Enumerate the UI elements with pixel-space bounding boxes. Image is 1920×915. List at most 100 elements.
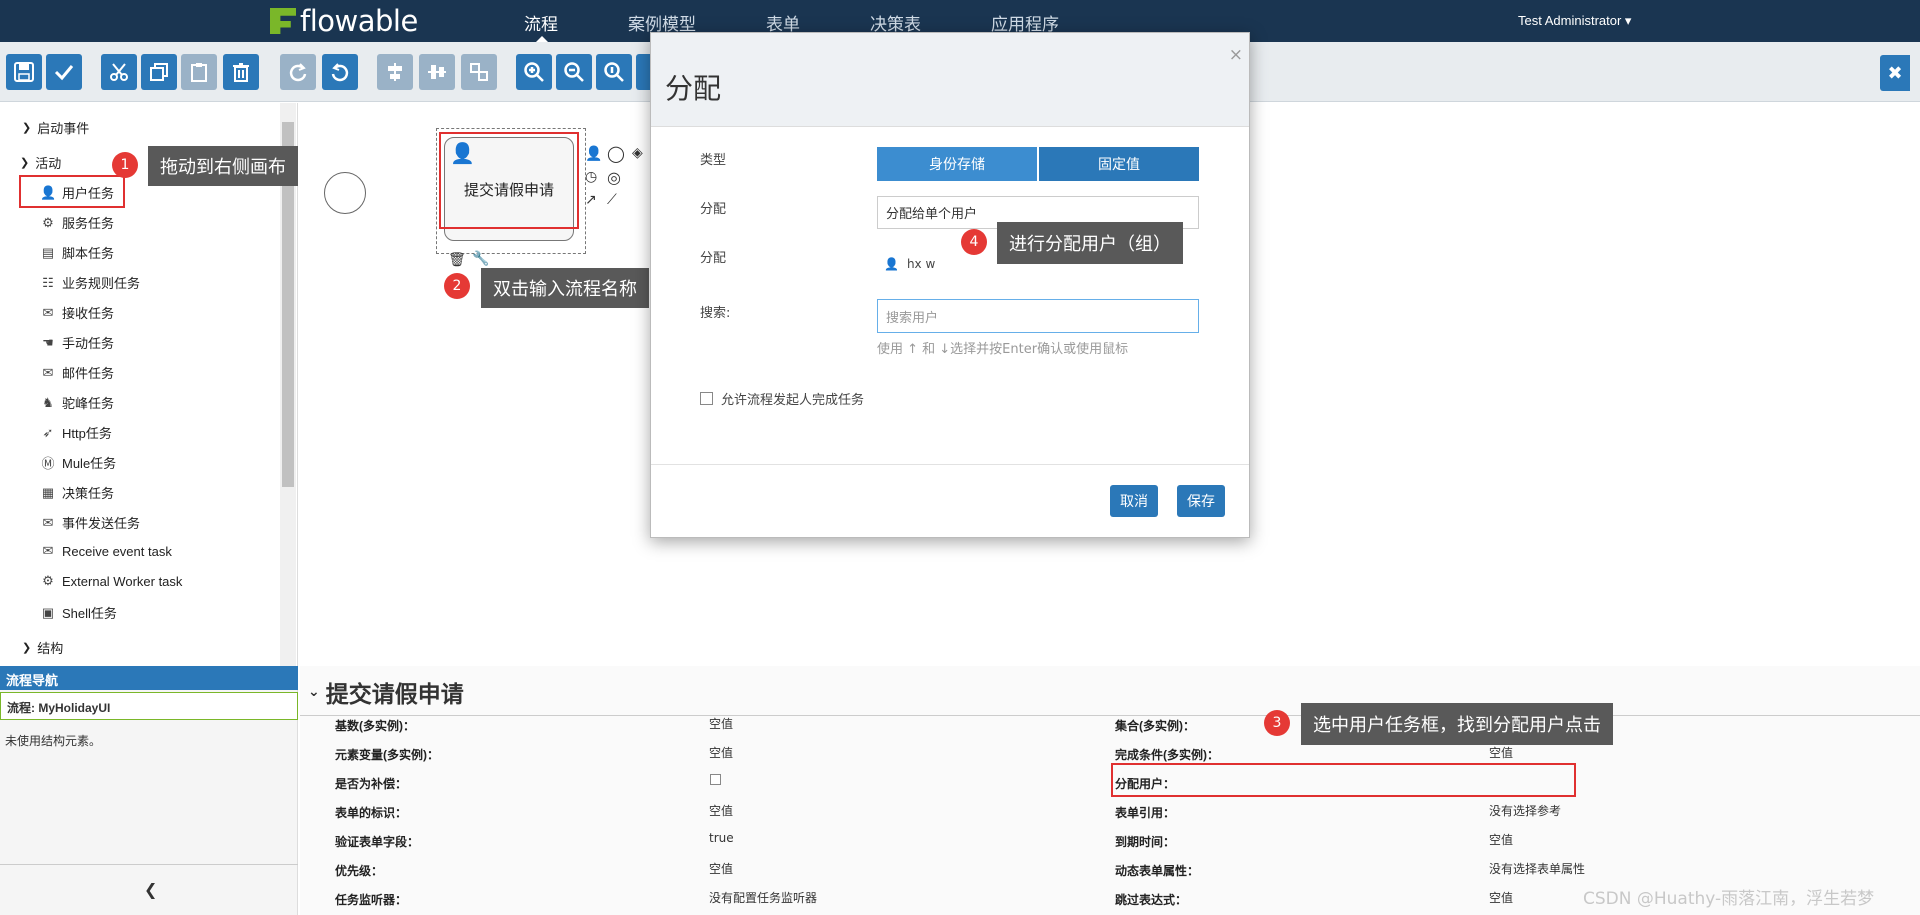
dialog-footer-divider (651, 464, 1249, 465)
callout-badge: 2 (444, 273, 470, 299)
palette-item-label: Receive event task (62, 543, 172, 559)
prop-label[interactable]: 验证表单字段： (335, 833, 419, 850)
palette-item-script-task[interactable]: ▤ 脚本任务 (40, 243, 114, 262)
assigned-user: 👤 hx w (884, 257, 935, 271)
palette-item-external-worker-task[interactable]: ⚙ External Worker task (40, 573, 182, 589)
prop-label[interactable]: 表单引用： (1115, 804, 1175, 821)
properties-title-text: 提交请假申请 (325, 682, 464, 708)
prop-label[interactable]: 完成条件(多实例)： (1115, 746, 1219, 763)
camel-icon: ♞ (42, 394, 54, 410)
flowable-logo[interactable]: flowable (270, 4, 418, 38)
palette-group-label: 启动事件 (37, 121, 90, 136)
user-menu[interactable]: Test Administrator ▾ (1518, 13, 1631, 29)
zoom-actual-icon[interactable] (596, 54, 632, 90)
palette-group-label: 结构 (37, 641, 64, 656)
prop-label[interactable]: 到期时间： (1115, 833, 1175, 850)
close-icon[interactable]: × (1229, 45, 1243, 65)
association-icon[interactable]: ⟋ (607, 192, 617, 208)
palette-item-decision-task[interactable]: ▦ 决策任务 (40, 483, 114, 502)
prop-value[interactable]: 没有配置任务监听器 (709, 889, 817, 906)
user-search-input[interactable]: 搜索用户 (877, 299, 1199, 333)
check-icon[interactable] (46, 54, 82, 90)
align-vertical-icon[interactable] (377, 54, 413, 90)
type-fixed-value-button[interactable]: 固定值 (1039, 147, 1199, 181)
callout-text: 拖动到右侧画布 (160, 157, 286, 178)
properties-title[interactable]: ⌄ 提交请假申请 (308, 675, 464, 709)
prop-value[interactable]: 没有选择表单属性 (1489, 860, 1585, 877)
save-button[interactable]: 保存 (1177, 485, 1225, 517)
palette-item-label: 业务规则任务 (62, 276, 141, 291)
palette-item-receive-event-task[interactable]: ✉ Receive event task (40, 543, 172, 559)
palette-item-mail-task[interactable]: ✉ 邮件任务 (40, 363, 114, 382)
prop-value[interactable]: 空值 (709, 715, 733, 732)
palette-item-receive-task[interactable]: ✉ 接收任务 (40, 303, 114, 322)
prop-value[interactable]: 空值 (1489, 744, 1513, 761)
prop-value[interactable]: 没有选择参考 (1489, 802, 1561, 819)
prop-label[interactable]: 任务监听器： (335, 891, 407, 908)
user-task-highlight (19, 175, 125, 208)
prop-value[interactable]: 空值 (709, 860, 733, 877)
nav-process[interactable]: 流程 (524, 10, 558, 35)
prop-label[interactable]: 是否为补偿： (335, 775, 407, 792)
table-icon: ☷ (42, 274, 54, 290)
prop-label[interactable]: 集合(多实例)： (1115, 717, 1195, 734)
zoom-in-icon[interactable] (516, 54, 552, 90)
palette-group-start-events[interactable]: ❯ 启动事件 (22, 118, 89, 137)
align-horizontal-icon[interactable] (419, 54, 455, 90)
prop-value[interactable]: 空值 (709, 744, 733, 761)
palette-item-shell-task[interactable]: ▣ Shell任务 (40, 603, 117, 622)
user-icon[interactable]: 👤 (585, 146, 602, 162)
delete-icon[interactable]: 🗑 (448, 252, 466, 268)
palette-group-structural[interactable]: ❯ 结构 (22, 638, 63, 657)
palette-item-mule-task[interactable]: Ⓜ Mule任务 (40, 453, 116, 472)
sequence-flow-icon[interactable]: ↗ (585, 192, 597, 208)
terminal-icon: ▣ (41, 604, 55, 620)
prop-label[interactable]: 优先级： (335, 862, 383, 879)
flowable-logo-icon (270, 8, 296, 34)
palette-item-camel-task[interactable]: ♞ 驼峰任务 (40, 393, 114, 412)
same-size-icon[interactable] (461, 54, 497, 90)
end-event-icon[interactable]: ◯ (607, 144, 625, 163)
prop-label[interactable]: 元素变量(多实例)： (335, 746, 439, 763)
callout-4: 进行分配用户（组） (997, 222, 1183, 264)
paste-icon[interactable] (181, 54, 217, 90)
start-event[interactable] (324, 172, 366, 214)
chevron-left-icon[interactable]: ❮ (144, 880, 157, 899)
wrench-icon[interactable]: 🔧 (472, 251, 489, 267)
prop-label[interactable]: 基数(多实例)： (335, 717, 415, 734)
gateway-icon[interactable]: ◈ (632, 145, 643, 161)
undo-icon[interactable] (322, 54, 358, 90)
assign-type-value: 分配给单个用户 (886, 207, 978, 222)
prop-value[interactable]: 空值 (1489, 831, 1513, 848)
save-icon[interactable] (6, 54, 42, 90)
cut-icon[interactable] (101, 54, 137, 90)
redo-icon[interactable] (280, 54, 316, 90)
palette-item-service-task[interactable]: ⚙ 服务任务 (40, 213, 114, 232)
palette-item-send-event-task[interactable]: ✉ 事件发送任务 (40, 513, 140, 532)
delete-icon[interactable] (223, 54, 259, 90)
copy-icon[interactable] (141, 54, 177, 90)
type-identity-store-button[interactable]: 身份存储 (877, 147, 1037, 181)
prop-label[interactable]: 动态表单属性： (1115, 862, 1199, 879)
palette-item-manual-task[interactable]: ☚ 手动任务 (40, 333, 114, 352)
zoom-out-icon[interactable] (556, 54, 592, 90)
palette-group-activities[interactable]: ❯ 活动 (20, 153, 61, 172)
envelope-icon: ✉ (42, 304, 54, 320)
prop-label[interactable]: 跳过表达式： (1115, 891, 1187, 908)
prop-value[interactable]: 空值 (709, 802, 733, 819)
allow-initiator-checkbox[interactable]: 允许流程发起人完成任务 (700, 389, 864, 408)
prop-value[interactable]: 空值 (1489, 889, 1513, 906)
zoom-fit-icon[interactable] (636, 54, 650, 90)
prop-label[interactable]: 表单的标识： (335, 804, 407, 821)
prop-value[interactable]: true (709, 831, 734, 845)
palette-item-http-task[interactable]: ➶ Http任务 (40, 423, 112, 442)
timer-icon[interactable]: ◷ (585, 169, 597, 185)
palette-item-business-rule-task[interactable]: ☷ 业务规则任务 (40, 273, 140, 292)
close-editor-icon[interactable]: ✖ (1880, 55, 1910, 91)
palette-item-label: 邮件任务 (62, 366, 115, 381)
navigator-process-item[interactable]: 流程: MyHolidayUI (0, 692, 298, 720)
compensation-checkbox[interactable] (710, 774, 721, 785)
cancel-button[interactable]: 取消 (1110, 485, 1158, 517)
intermediate-event-icon[interactable]: ◎ (607, 168, 621, 187)
checkbox[interactable] (700, 392, 713, 405)
